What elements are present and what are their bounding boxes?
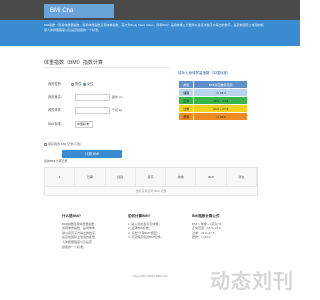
info-line: 肥胖：>=28.0 xyxy=(192,235,211,240)
reference-range: >= 28.0 xyxy=(193,112,248,121)
reference-type: 正常 xyxy=(177,96,195,105)
reference-title: 成年人身体质量指数（中国标准） xyxy=(178,71,231,75)
reference-row: 正常 18.5 ~ 23.9 xyxy=(177,96,248,105)
history-col: 日期 xyxy=(75,168,106,186)
reference-range: 18.5 ~ 23.9 xyxy=(193,96,248,105)
form-title: 体重指数（BMI）指数计算 xyxy=(44,58,169,68)
history-empty-message: 当前没有任何 BMI 记录 xyxy=(45,186,257,195)
history-col: 状态 xyxy=(226,168,257,186)
gender-row: 我的性别: 男性 女性 xyxy=(48,80,93,88)
info-title: 如何计算BMI? xyxy=(128,214,151,218)
reference-header-range: BMI对应数值范围 xyxy=(193,80,248,89)
top-bar: BMI Cha xyxy=(0,0,300,20)
reference-table: 类型 BMI对应数值范围 偏瘦 <= 18.4 正常 18.5 ~ 23.9 过… xyxy=(177,80,248,121)
remember-option[interactable]: 保存我的 BMI 记录(可选) xyxy=(44,142,81,147)
history-col: 身高 xyxy=(135,168,167,186)
reference-range: 24.0 ~ 27.9 xyxy=(193,104,248,113)
info-line: 健康的一个标准。 xyxy=(62,244,87,249)
reference-type: 偏瘦 xyxy=(177,88,195,97)
reference-row: 过重 24.0 ~ 27.9 xyxy=(177,104,248,113)
reference-type: 过重 xyxy=(177,104,195,113)
reference-row: 偏瘦 <= 18.4 xyxy=(177,88,248,97)
watermark-text: 动态刘刊 xyxy=(210,271,294,293)
info-line: 4. 可选保存您的BMI记录。 xyxy=(128,235,164,240)
standard-select[interactable]: 中国标准 xyxy=(75,121,93,128)
reference-range: <= 18.4 xyxy=(193,88,248,97)
history-header-row: # 日期 性别 身高 体重 BMI 状态 xyxy=(45,168,257,186)
info-what-is-bmi: 什么是BMI? BMI指数即身体质量指数， 简称体质指数，是用体重 除以身高平方… xyxy=(62,214,124,249)
male-label: 男性 xyxy=(74,82,82,86)
weight-unit: 千克 kg xyxy=(112,108,123,112)
history-col: 性别 xyxy=(105,168,136,186)
history-col: BMI xyxy=(196,168,227,186)
female-radio[interactable] xyxy=(83,82,87,86)
history-title: 您的BMI计算记录 xyxy=(44,159,68,163)
weight-input[interactable] xyxy=(75,107,110,114)
bmi-form: 体重指数（BMI）指数计算 xyxy=(44,58,169,68)
height-unit: 厘米 cm xyxy=(112,95,123,99)
info-title: BMI指数计算公式 xyxy=(192,214,220,218)
gender-label: 我的性别: xyxy=(48,82,62,86)
brand-logo[interactable]: BMI Cha xyxy=(44,4,114,18)
remember-checkbox[interactable] xyxy=(44,142,47,146)
male-radio[interactable] xyxy=(70,82,74,86)
female-label: 女性 xyxy=(87,82,94,86)
intro-text: BMI指数（即身体质量指数，简称体质指数又称体重指数，英文为Body Mass … xyxy=(44,23,264,32)
history-table: # 日期 性别 身高 体重 BMI 状态 当前没有任何 BMI 记录 xyxy=(44,167,258,196)
remember-label: 保存我的 BMI 记录(可选) xyxy=(48,142,81,146)
intro-banner: BMI指数（即身体质量指数，简称体质指数又称体重指数，英文为Body Mass … xyxy=(0,20,300,46)
history-col: 体重 xyxy=(166,168,197,186)
info-how-to: 如何计算BMI? 1. 输入您的身高与体重； 2. 选择BMI标准； 3. 点击… xyxy=(128,214,190,240)
standard-label: BMI 标准: xyxy=(48,122,62,126)
reference-type: 肥胖 xyxy=(177,112,195,121)
height-input[interactable] xyxy=(75,94,110,101)
height-label: 我的身高: xyxy=(48,95,62,99)
calculate-button[interactable]: 计算 BMI xyxy=(62,150,122,158)
reference-row: 肥胖 >= 28.0 xyxy=(177,112,248,121)
reference-header-type: 类型 xyxy=(177,80,195,89)
bmi-reference: 成年人身体质量指数（中国标准） 类型 BMI对应数值范围 偏瘦 <= 18.4 … xyxy=(177,70,256,121)
history-col: # xyxy=(45,168,76,186)
info-title: 什么是BMI? xyxy=(62,214,82,218)
info-formula: BMI指数计算公式 BMI = 体重 ÷ (身高)^2 正常范围：18.5~23… xyxy=(192,214,254,240)
weight-label: 我的体重: xyxy=(48,108,62,112)
